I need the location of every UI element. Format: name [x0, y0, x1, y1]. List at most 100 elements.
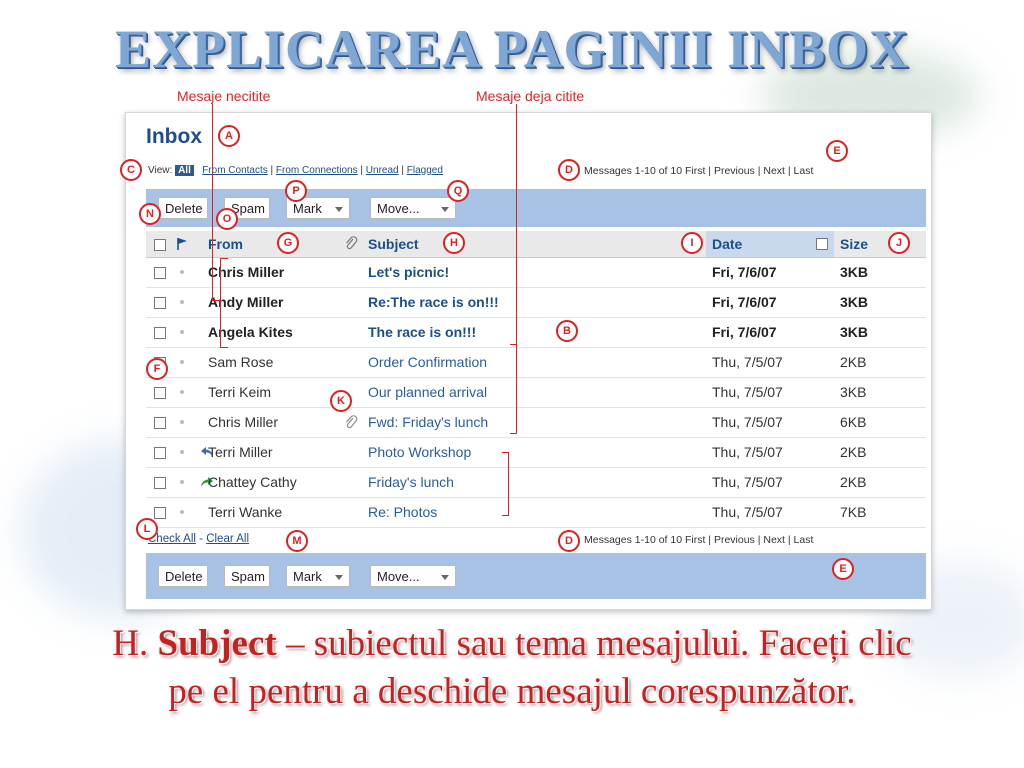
- filter-unread[interactable]: Unread: [366, 165, 399, 176]
- move-button[interactable]: Move...: [370, 197, 456, 219]
- message-rows: Chris Miller Let's picnic! Fri, 7/6/07 3KB A…: [146, 258, 926, 528]
- row-checkbox[interactable]: [154, 417, 166, 429]
- row-checkbox[interactable]: [154, 297, 166, 309]
- table-row[interactable]: Terri Miller Photo Workshop Thu, 7/5/07 2KB: [146, 438, 926, 468]
- message-date: Thu, 7/5/07: [712, 354, 783, 370]
- message-date: Fri, 7/6/07: [712, 264, 777, 280]
- caption-line-2: pe el pentru a deschide mesajul corespun…: [168, 671, 856, 712]
- message-subject[interactable]: Photo Workshop: [368, 438, 471, 467]
- message-date: Thu, 7/5/07: [712, 504, 783, 520]
- message-subject[interactable]: Friday's lunch: [368, 468, 454, 497]
- pager-bottom[interactable]: Messages 1-10 of 10 First | Previous | N…: [584, 534, 813, 546]
- table-row[interactable]: Angela Kites The race is on!!! Fri, 7/6/07…: [146, 318, 926, 348]
- flag-toggle-icon[interactable]: [180, 270, 184, 274]
- message-date: Thu, 7/5/07: [712, 384, 783, 400]
- table-header: From Subject Date Size: [146, 231, 926, 258]
- message-size: 6KB: [840, 414, 867, 430]
- message-from[interactable]: Terri Keim: [208, 378, 271, 407]
- inbox-panel: Inbox View: All From Contacts | From Con…: [125, 112, 932, 610]
- marker-a: A: [218, 125, 240, 147]
- pager-top[interactable]: Messages 1-10 of 10 First | Previous | N…: [584, 165, 813, 177]
- message-subject[interactable]: Let's picnic!: [368, 258, 449, 287]
- bracket-line: [510, 433, 517, 434]
- date-column-header[interactable]: Date: [706, 231, 834, 257]
- column-subject[interactable]: Subject: [368, 231, 419, 257]
- table-row[interactable]: Terri Wanke Re: Photos Thu, 7/5/07 7KB: [146, 498, 926, 528]
- flag-toggle-icon[interactable]: [180, 360, 184, 364]
- sort-dropdown-icon[interactable]: [816, 238, 828, 250]
- message-from[interactable]: Terri Wanke: [208, 498, 282, 527]
- message-date: Fri, 7/6/07: [712, 324, 777, 340]
- bracket-line: [220, 258, 228, 259]
- spam-button[interactable]: Spam: [224, 565, 270, 587]
- message-from[interactable]: Chris Miller: [208, 408, 278, 437]
- message-size: 3KB: [840, 294, 869, 310]
- message-date: Fri, 7/6/07: [712, 294, 777, 310]
- mark-button[interactable]: Mark: [286, 565, 350, 587]
- delete-button[interactable]: Delete: [158, 565, 208, 587]
- message-from[interactable]: Terri Miller: [208, 438, 273, 467]
- marker-b: B: [556, 320, 578, 342]
- marker-j: J: [888, 232, 910, 254]
- table-row[interactable]: Sam Rose Order Confirmation Thu, 7/5/07 2KB: [146, 348, 926, 378]
- flag-toggle-icon[interactable]: [180, 510, 184, 514]
- row-checkbox[interactable]: [154, 507, 166, 519]
- table-row[interactable]: Chris Miller Fwd: Friday's lunch Thu, 7/5/…: [146, 408, 926, 438]
- marker-e: E: [826, 140, 848, 162]
- row-checkbox[interactable]: [154, 267, 166, 279]
- message-subject[interactable]: Re: Photos: [368, 498, 437, 527]
- flag-icon: [177, 238, 187, 250]
- filter-from-connections[interactable]: From Connections: [276, 165, 358, 176]
- message-subject[interactable]: The race is on!!!: [368, 318, 476, 347]
- flag-toggle-icon[interactable]: [180, 300, 184, 304]
- marker-i: I: [681, 232, 703, 254]
- message-table: From Subject Date Size Chris Miller Let's…: [146, 231, 926, 528]
- message-size: 3KB: [840, 384, 867, 400]
- column-date: Date: [712, 236, 743, 252]
- message-subject[interactable]: Our planned arrival: [368, 378, 487, 407]
- message-from[interactable]: Sam Rose: [208, 348, 273, 377]
- flag-toggle-icon[interactable]: [180, 450, 184, 454]
- table-row[interactable]: Terri Keim Our planned arrival Thu, 7/5/07…: [146, 378, 926, 408]
- table-row[interactable]: Andy Miller Re:The race is on!!! Fri, 7/6/…: [146, 288, 926, 318]
- mark-label: Mark: [293, 201, 322, 216]
- bracket-line: [508, 452, 509, 516]
- mark-label: Mark: [293, 569, 322, 584]
- flag-toggle-icon[interactable]: [180, 390, 184, 394]
- message-from[interactable]: Chattey Cathy: [208, 468, 297, 497]
- bracket-line: [212, 300, 220, 301]
- message-size: 3KB: [840, 324, 869, 340]
- marker-h: H: [443, 232, 465, 254]
- marker-f: F: [146, 358, 168, 380]
- bracket-line: [212, 104, 213, 300]
- message-subject[interactable]: Order Confirmation: [368, 348, 487, 377]
- column-size[interactable]: Size: [840, 231, 868, 257]
- paperclip-icon: [346, 236, 358, 250]
- message-size: 7KB: [840, 504, 867, 520]
- marker-d-bottom: D: [558, 530, 580, 552]
- view-all-filter[interactable]: All: [175, 165, 194, 176]
- select-all-checkbox[interactable]: [154, 239, 166, 251]
- row-checkbox[interactable]: [154, 447, 166, 459]
- row-checkbox[interactable]: [154, 477, 166, 489]
- marker-e-bottom: E: [832, 558, 854, 580]
- message-subject[interactable]: Re:The race is on!!!: [368, 288, 499, 317]
- filter-flagged[interactable]: Flagged: [407, 165, 443, 176]
- row-checkbox[interactable]: [154, 327, 166, 339]
- flag-toggle-icon[interactable]: [180, 480, 184, 484]
- slide-heading: EXPLICAREA PAGINII INBOX: [114, 19, 910, 79]
- caption-term: Subject: [157, 623, 277, 664]
- clear-all-link[interactable]: Clear All: [206, 533, 249, 545]
- row-checkbox[interactable]: [154, 387, 166, 399]
- column-from[interactable]: From: [208, 231, 243, 257]
- table-row[interactable]: Chris Miller Let's picnic! Fri, 7/6/07 3KB: [146, 258, 926, 288]
- table-row[interactable]: Chattey Cathy Friday's lunch Thu, 7/5/07 2K…: [146, 468, 926, 498]
- separator: -: [199, 533, 203, 545]
- message-size: 2KB: [840, 444, 867, 460]
- delete-button[interactable]: Delete: [158, 197, 208, 219]
- move-button[interactable]: Move...: [370, 565, 456, 587]
- flag-toggle-icon[interactable]: [180, 330, 184, 334]
- message-subject[interactable]: Fwd: Friday's lunch: [368, 408, 488, 437]
- chevron-down-icon: [441, 575, 449, 580]
- flag-toggle-icon[interactable]: [180, 420, 184, 424]
